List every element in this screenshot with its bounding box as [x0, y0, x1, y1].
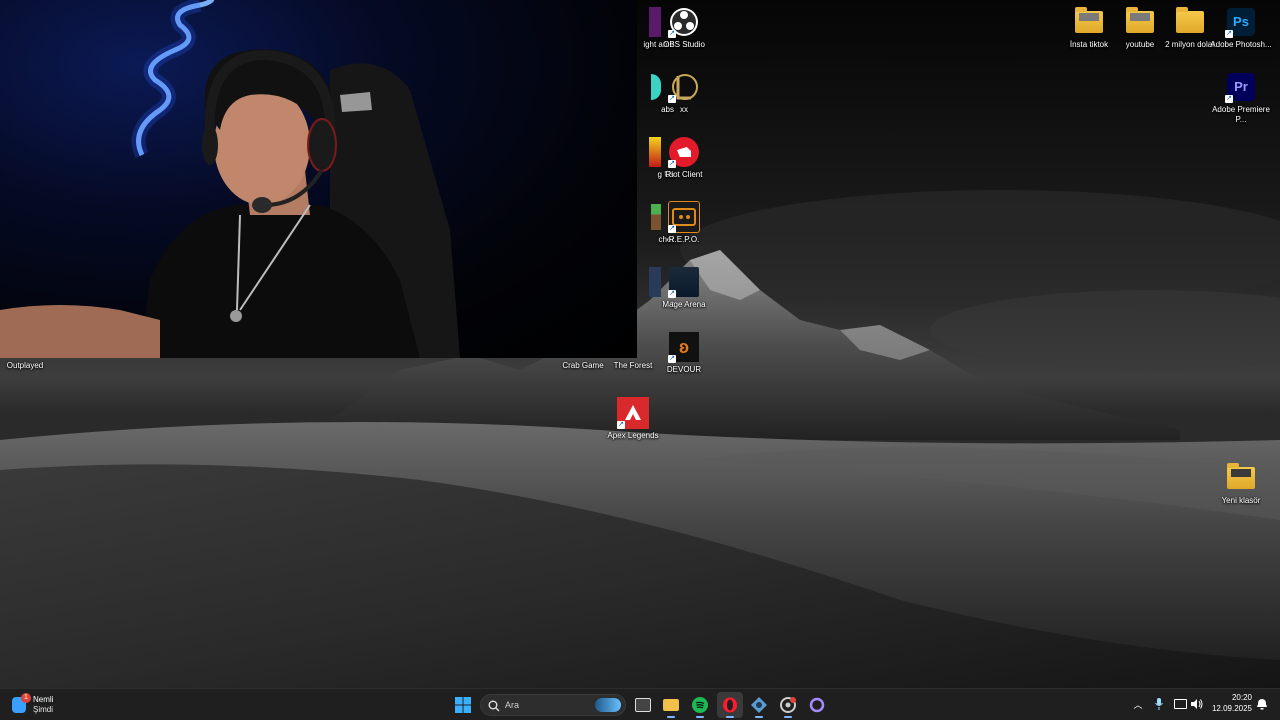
folder-icon	[1225, 462, 1257, 494]
windows-start-icon	[455, 697, 471, 713]
the-forest-icon	[617, 353, 649, 359]
folder-icon	[1174, 6, 1206, 38]
premiere-icon: Pr ↗	[1225, 71, 1257, 103]
desktop-icon-premiere[interactable]: Pr ↗ Adobe Premiere P...	[1206, 71, 1276, 125]
riot-client-icon: ↗	[668, 136, 700, 168]
spotify-icon	[692, 697, 708, 713]
search-highlight-icon	[595, 698, 621, 712]
clock-time: 20:20	[1231, 693, 1252, 702]
league-of-legends-icon: ↗	[668, 71, 700, 103]
folder-icon	[1073, 6, 1105, 38]
shortcut-arrow-icon: ↗	[668, 95, 676, 103]
clock-date: 12.09.2025	[1211, 704, 1252, 713]
notification-bell-icon	[1257, 699, 1267, 710]
notification-badge: 1	[21, 693, 31, 703]
steam-button[interactable]	[746, 692, 772, 718]
clock[interactable]: 20:20 12.09.2025	[1206, 692, 1252, 714]
repo-icon: ↗	[668, 201, 700, 233]
obs-icon: ↗	[668, 6, 700, 38]
desktop-icon-apex-legends[interactable]: ↗ Apex Legends	[598, 397, 668, 441]
shortcut-arrow-icon: ↗	[668, 355, 676, 363]
opera-icon	[723, 697, 737, 713]
volume-button[interactable]	[1190, 697, 1204, 711]
volume-icon	[1191, 699, 1203, 709]
devour-icon: ʚ ↗	[668, 331, 700, 363]
desktop-icon-photoshop[interactable]: Ps ↗ Adobe Photosh...	[1206, 6, 1276, 50]
shortcut-arrow-icon: ↗	[668, 160, 676, 168]
chevron-up-icon: ︿	[1133, 699, 1143, 710]
desktop-icon-mage-arena[interactable]: ↗ Mage Arena	[649, 266, 719, 310]
microphone-icon	[1155, 698, 1163, 710]
desktop-icon-devour[interactable]: ʚ ↗ DEVOUR	[649, 331, 719, 375]
desktop-icon-xx[interactable]: ↗ xx	[649, 71, 719, 115]
crab-game-icon	[567, 353, 599, 359]
opera-button[interactable]	[717, 692, 743, 718]
folder-icon	[663, 699, 679, 711]
shortcut-arrow-icon: ↗	[1225, 95, 1233, 103]
browser-icon	[780, 697, 796, 713]
start-button[interactable]	[450, 692, 476, 718]
shortcut-arrow-icon: ↗	[668, 225, 676, 233]
desktop-icon-obs[interactable]: ↗ OBS Studio	[649, 6, 719, 50]
weather-condition: Nemli	[33, 695, 54, 704]
spotify-button[interactable]	[687, 692, 713, 718]
assistant-button[interactable]	[804, 692, 830, 718]
shortcut-arrow-icon: ↗	[668, 30, 676, 38]
weather-time: Şimdi	[33, 705, 54, 714]
desktop-icon-yeni-klasor[interactable]: Yeni klasör	[1206, 462, 1276, 506]
mage-arena-icon: ↗	[668, 266, 700, 298]
network-button[interactable]	[1173, 697, 1187, 711]
search-placeholder: Ara	[505, 700, 520, 710]
taskbar: 1 Nemli Şimdi Ara ︿ 20:20 12.09.2025	[0, 688, 1280, 720]
webcam-overlay	[0, 0, 637, 358]
task-view-icon	[635, 698, 651, 712]
desktop-icon-riot-client[interactable]: ↗ Riot Client	[649, 136, 719, 180]
taskbar-search[interactable]: Ara	[480, 694, 626, 716]
desktop-icon-outplayed[interactable]: Outplayed	[0, 353, 60, 371]
file-explorer-button[interactable]	[658, 692, 684, 718]
desktop-icon-repo[interactable]: ↗ R.E.P.O.	[649, 201, 719, 245]
shortcut-arrow-icon: ↗	[617, 421, 625, 429]
network-icon	[1173, 699, 1187, 709]
chrome-button[interactable]	[775, 692, 801, 718]
shortcut-arrow-icon: ↗	[668, 290, 676, 298]
search-icon	[488, 700, 500, 712]
outplayed-icon	[9, 353, 41, 359]
task-view-button[interactable]	[630, 692, 656, 718]
shortcut-arrow-icon: ↗	[1225, 30, 1233, 38]
steam-icon	[751, 697, 767, 713]
notifications-button[interactable]	[1255, 697, 1269, 711]
show-hidden-icons-button[interactable]: ︿	[1131, 697, 1145, 711]
cortana-icon	[809, 697, 825, 713]
photoshop-icon: Ps ↗	[1225, 6, 1257, 38]
folder-icon	[1124, 6, 1156, 38]
streamer-camera-image	[0, 0, 460, 358]
weather-widget[interactable]: 1 Nemli Şimdi	[8, 693, 78, 717]
microphone-button[interactable]	[1152, 697, 1166, 711]
apex-legends-icon: ↗	[617, 397, 649, 429]
